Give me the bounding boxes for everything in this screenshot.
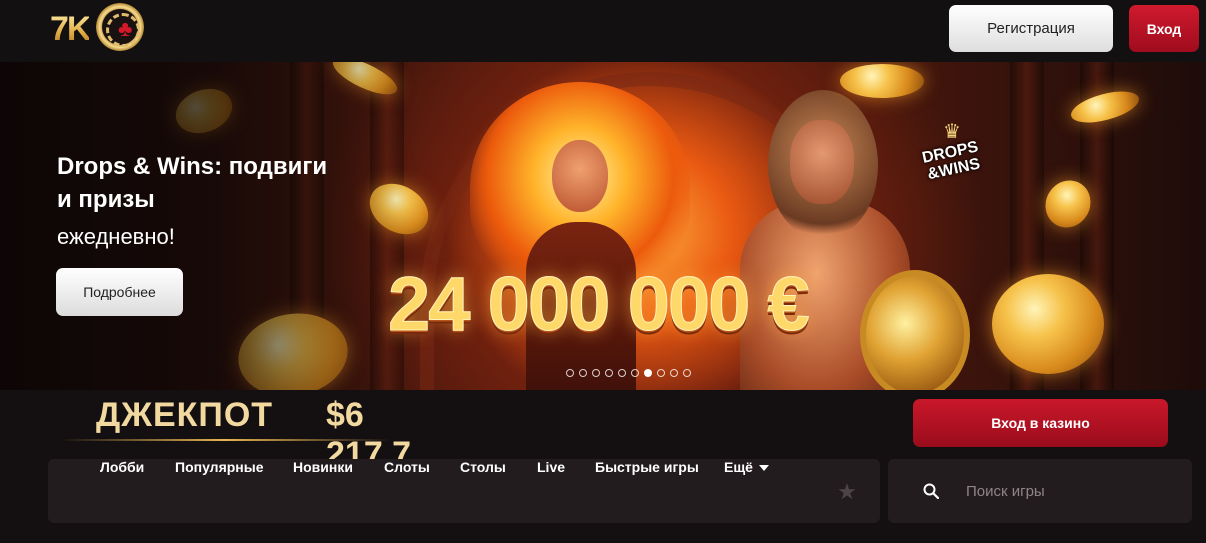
carousel-dot[interactable]: [592, 369, 600, 377]
carousel-dot[interactable]: [579, 369, 587, 377]
prize-amount: 24 000 000 €: [388, 262, 811, 347]
site-header: 7K ♣ Регистрация Вход: [0, 0, 1206, 62]
tab-lobby[interactable]: Лобби: [100, 459, 144, 523]
promo-banner[interactable]: ♛ DROPS &WINS Drops & Wins: подвиги и пр…: [0, 62, 1206, 390]
gold-coin: [840, 64, 924, 98]
game-category-nav: Лобби Популярные Новинки Слоты Столы Liv…: [48, 459, 880, 523]
tab-new[interactable]: Новинки: [293, 459, 353, 523]
carousel-dot[interactable]: [605, 369, 613, 377]
tab-live[interactable]: Live: [537, 459, 565, 523]
search-icon[interactable]: [923, 483, 939, 499]
crown-icon: ♛: [943, 121, 961, 143]
favorites-star-icon[interactable]: ★: [835, 480, 859, 504]
logo[interactable]: 7K ♣: [50, 2, 150, 58]
search-box: [888, 459, 1192, 523]
tab-more-label: Ещё: [724, 459, 753, 475]
banner-subtitle: ежедневно!: [57, 224, 175, 249]
carousel-dot[interactable]: [670, 369, 678, 377]
jackpot-label: ДЖЕКПОТ: [96, 396, 274, 434]
gold-coin: [992, 274, 1104, 374]
enter-casino-button[interactable]: Вход в казино: [913, 399, 1168, 447]
tab-popular[interactable]: Популярные: [175, 459, 263, 523]
drops-wins-badge: ♛ DROPS &WINS: [920, 121, 982, 184]
chevron-down-icon: [758, 465, 769, 472]
tab-tables[interactable]: Столы: [460, 459, 506, 523]
carousel-dot[interactable]: [683, 369, 691, 377]
more-info-button[interactable]: Подробнее: [56, 268, 183, 316]
carousel-dot[interactable]: [644, 369, 652, 377]
tab-fast-games[interactable]: Быстрые игры: [595, 459, 699, 523]
carousel-dot[interactable]: [631, 369, 639, 377]
carousel-dot[interactable]: [566, 369, 574, 377]
carousel-dot[interactable]: [618, 369, 626, 377]
jackpot-display: ДЖЕКПОТ $6 217.7: [60, 392, 420, 473]
tab-more[interactable]: Ещё: [724, 459, 769, 523]
carousel-dots: [566, 369, 691, 377]
tab-slots[interactable]: Слоты: [384, 459, 430, 523]
logo-text: 7K: [50, 10, 91, 48]
carousel-dot[interactable]: [657, 369, 665, 377]
shield-icon: [860, 270, 970, 390]
banner-title: Drops & Wins: подвиги и призы: [57, 153, 328, 213]
club-suit-icon: ♣: [118, 16, 133, 41]
login-button[interactable]: Вход: [1129, 5, 1199, 52]
search-input[interactable]: [966, 475, 1166, 507]
register-button[interactable]: Регистрация: [949, 5, 1113, 52]
